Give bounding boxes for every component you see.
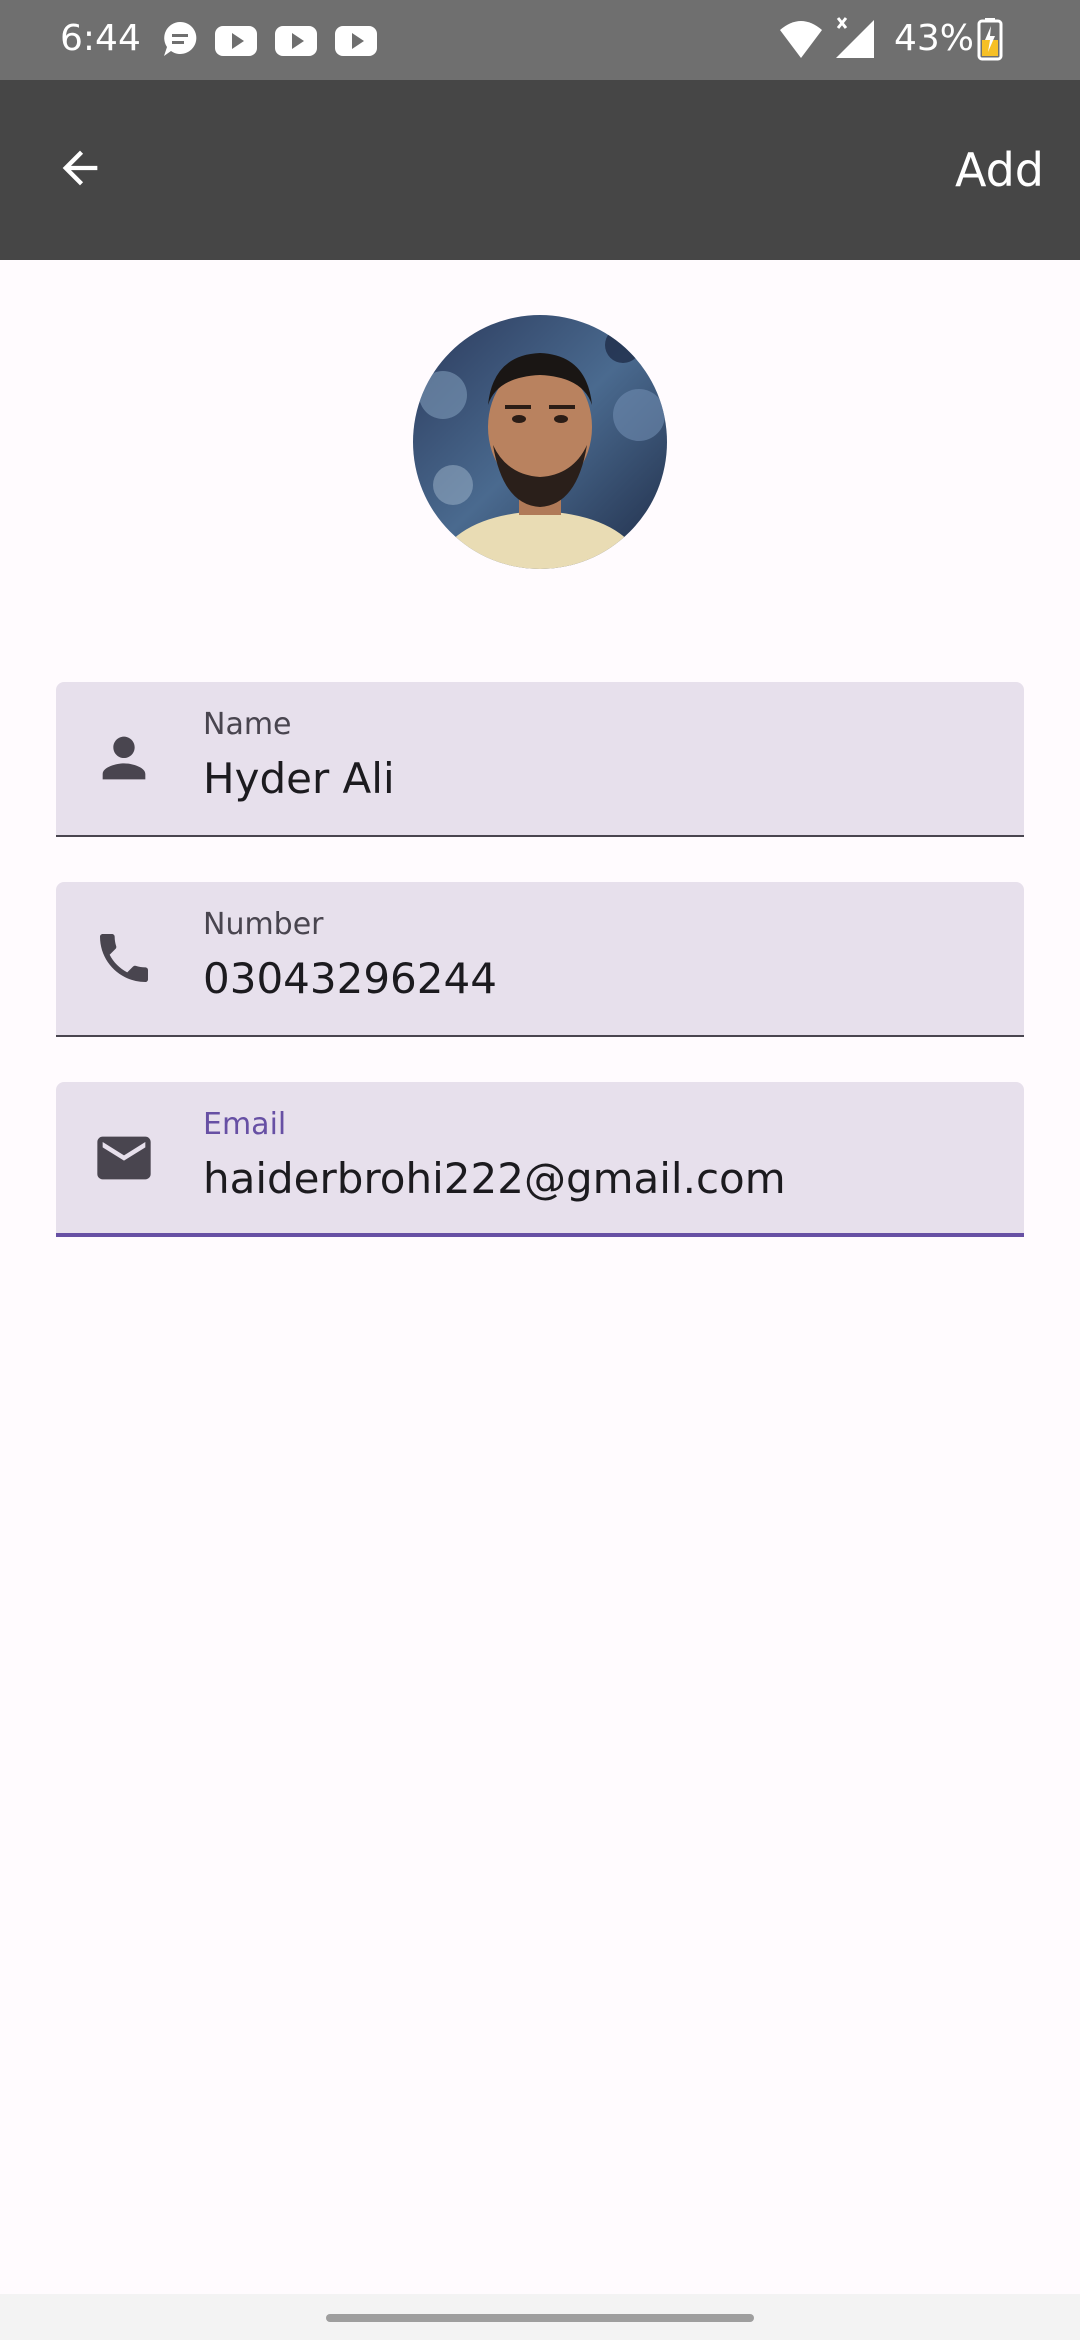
number-label: Number [203, 907, 324, 942]
avatar[interactable] [413, 315, 667, 569]
number-field[interactable]: Number 03043296244 [56, 882, 1024, 1037]
arrow-back-icon [54, 142, 106, 198]
battery-percent: 43% [894, 18, 975, 59]
status-time: 6:44 [60, 18, 141, 59]
youtube-icon [214, 0, 258, 80]
add-button[interactable]: Add [955, 130, 1044, 210]
name-label: Name [203, 707, 292, 742]
email-label: Email [203, 1107, 287, 1142]
status-bar: 6:44 43% [0, 0, 1080, 80]
youtube-icon [274, 0, 318, 80]
phone-icon [92, 926, 156, 990]
battery-charging-icon [976, 0, 1004, 80]
back-button[interactable] [30, 130, 130, 210]
number-input[interactable]: 03043296244 [203, 952, 497, 1006]
app-bar: Add [0, 80, 1080, 260]
wifi-icon [778, 0, 824, 80]
gesture-handle[interactable] [326, 2314, 754, 2322]
youtube-icon [334, 0, 378, 80]
name-field[interactable]: Name Hyder Ali [56, 682, 1024, 837]
mail-icon [92, 1126, 156, 1190]
email-field[interactable]: Email haiderbrohi222@gmail.com [56, 1082, 1024, 1237]
name-input[interactable]: Hyder Ali [203, 752, 395, 806]
chat-icon [160, 0, 200, 80]
person-icon [92, 726, 156, 790]
cell-signal-icon [834, 0, 876, 80]
email-input[interactable]: haiderbrohi222@gmail.com [203, 1152, 786, 1206]
